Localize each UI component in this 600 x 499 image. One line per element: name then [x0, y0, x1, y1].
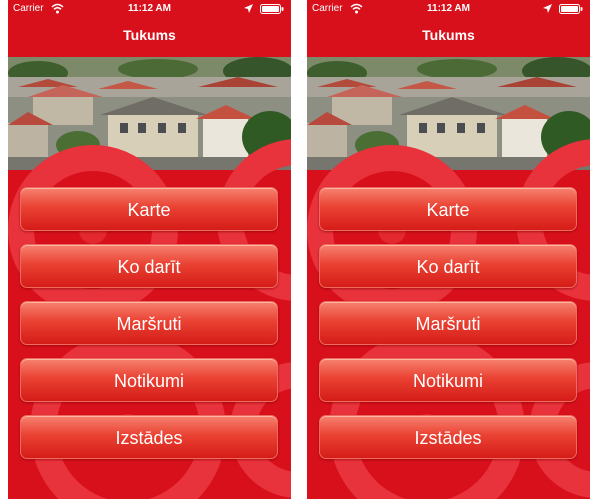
location-arrow-icon — [543, 4, 552, 13]
nav-title: Tukums — [123, 27, 176, 43]
nav-title: Tukums — [422, 27, 475, 43]
status-bar: Carrier 11:12 AM — [8, 0, 291, 18]
phone-screen-left: Carrier 11:12 AM Tukums Karte Ko darīt M… — [8, 0, 291, 499]
map-button[interactable]: Karte — [20, 187, 278, 231]
things-to-do-button[interactable]: Ko darīt — [319, 244, 577, 288]
map-button[interactable]: Karte — [319, 187, 577, 231]
routes-button[interactable]: Maršruti — [20, 301, 278, 345]
location-arrow-icon — [244, 4, 253, 13]
main-menu: Karte Ko darīt Maršruti Notikumi Izstāde… — [319, 187, 577, 472]
events-button[interactable]: Notikumi — [20, 358, 278, 402]
main-menu: Karte Ko darīt Maršruti Notikumi Izstāde… — [20, 187, 278, 472]
events-button[interactable]: Notikumi — [319, 358, 577, 402]
exhibitions-button[interactable]: Izstādes — [319, 415, 577, 459]
phone-screen-right: Carrier 11:12 AM Tukums Karte Ko darīt M… — [307, 0, 590, 499]
routes-button[interactable]: Maršruti — [319, 301, 577, 345]
things-to-do-button[interactable]: Ko darīt — [20, 244, 278, 288]
battery-icon — [559, 4, 583, 14]
battery-icon — [260, 4, 284, 14]
status-bar: Carrier 11:12 AM — [307, 0, 590, 18]
exhibitions-button[interactable]: Izstādes — [20, 415, 278, 459]
